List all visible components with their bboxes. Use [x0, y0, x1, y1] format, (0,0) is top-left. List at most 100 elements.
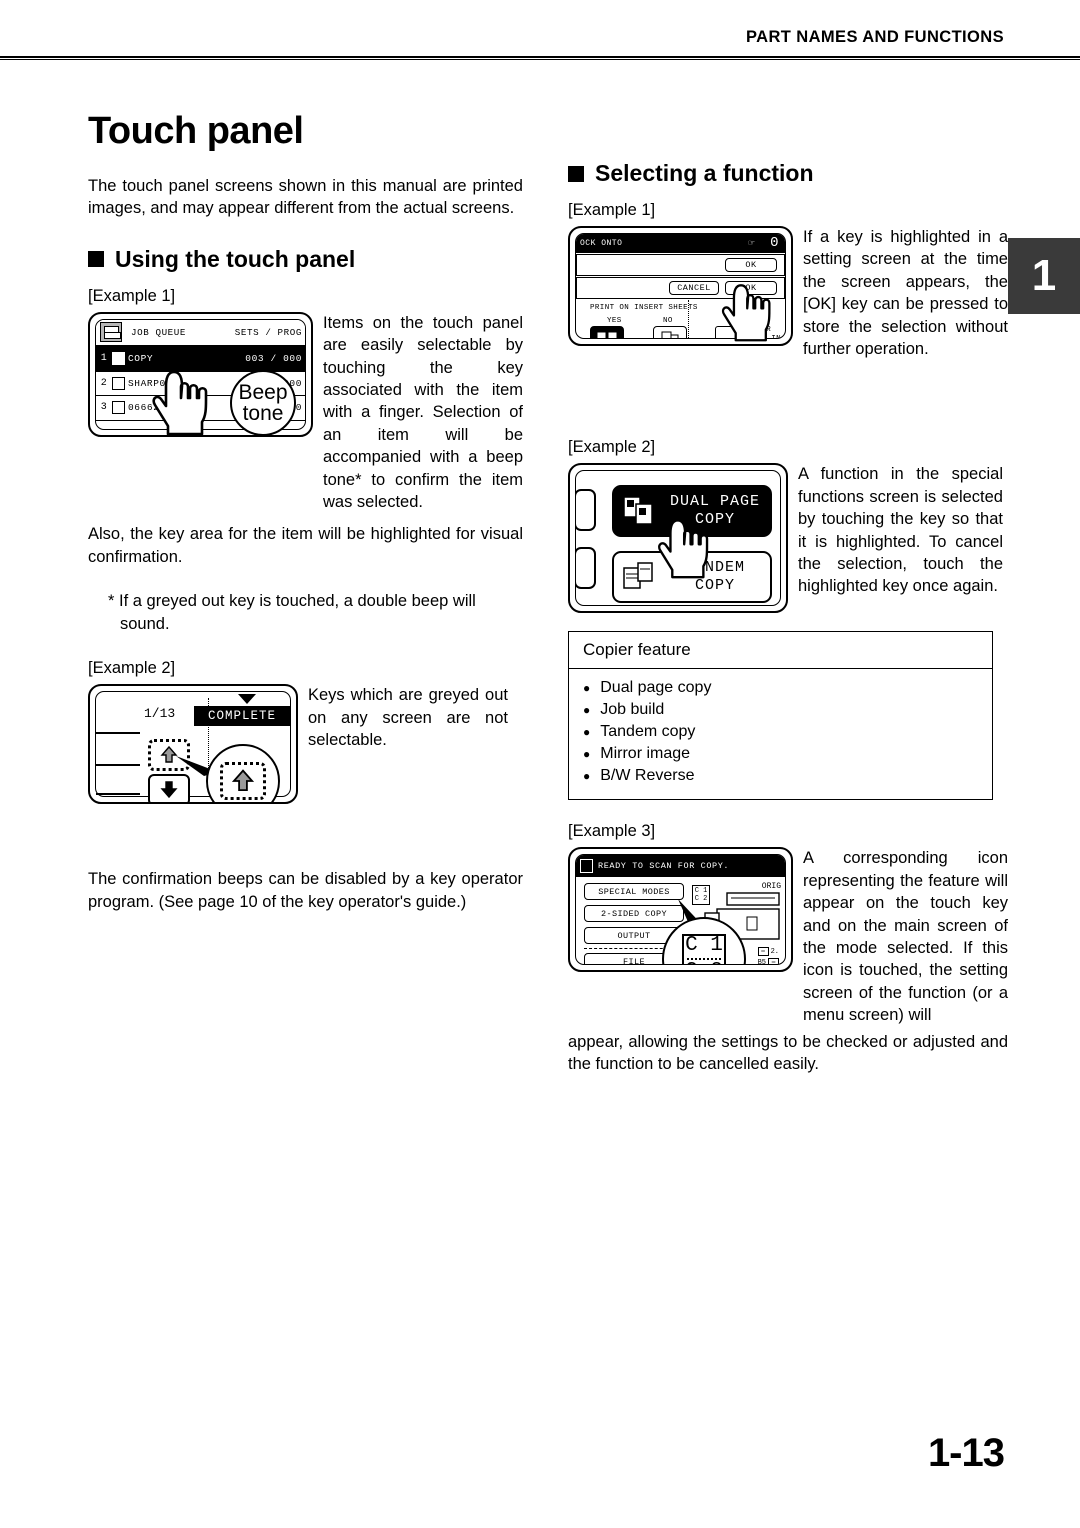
feature-label: Job build [600, 701, 665, 719]
job-row-number: 2 [100, 377, 108, 389]
list-item: ● Tandem copy [583, 721, 978, 743]
left-column: Touch panel The touch panel screens show… [88, 110, 523, 913]
ok-button-top[interactable]: OK [725, 258, 777, 272]
page-number: 1-13 [927, 1431, 1005, 1475]
job-row-number: 3 [100, 402, 108, 414]
list-rule [96, 764, 140, 767]
example3-right-text: A corresponding icon representing the fe… [803, 849, 1008, 1025]
feature-label: Tandem copy [600, 723, 696, 741]
original-label: ORIG [761, 882, 781, 892]
figure-row-ready-screen: READY TO SCAN FOR COPY. SPECIAL MODES 2-… [568, 847, 1008, 1026]
list-item: ● Dual page copy [583, 677, 978, 699]
pointing-hand-icon [656, 515, 716, 579]
no-label: NO [663, 317, 673, 325]
list-item: ● Job build [583, 699, 978, 721]
copy-mode-icon [580, 859, 593, 874]
job-queue-header-row: JOB QUEUE SETS / PROG [96, 319, 305, 346]
side-tab-upper[interactable] [576, 489, 596, 532]
figure-row-insert-sheets: OCK ONTO ☞ 0 OK CANCEL OK PRINT ON INSER… [568, 226, 1008, 360]
list-item: ● Mirror image [583, 743, 978, 765]
yes-label: YES [607, 317, 622, 325]
feature-label: Mirror image [600, 745, 691, 763]
copy-count-display: 0 [770, 235, 779, 251]
list-rule [96, 732, 140, 735]
two-sided-copy-button[interactable]: 2-SIDED COPY [584, 905, 684, 923]
page-title: Touch panel [88, 110, 304, 152]
yes-key-selected[interactable] [590, 326, 624, 338]
pointing-hand-icon [720, 280, 778, 342]
chapter-tab-number: 1 [1031, 251, 1057, 300]
insert-sheet-print-icon [596, 331, 618, 338]
job-row-number: 1 [100, 352, 108, 364]
no-key[interactable] [653, 326, 687, 338]
screen-title-text: OCK ONTO [580, 239, 623, 248]
greyed-key-magnified [220, 762, 266, 801]
beep-tone-line1: Beep [238, 380, 288, 404]
copier-feature-heading: Copier feature [569, 632, 992, 670]
square-bullet-icon [568, 165, 584, 182]
cancel-button[interactable]: CANCEL [669, 281, 719, 295]
tandem-copy-icon [623, 562, 653, 590]
hand-status-icon: ☞ [748, 239, 755, 250]
fax-job-icon [112, 401, 125, 415]
figure-greyed-key-screen: 1/13 COMPLETE [88, 684, 298, 805]
tray-indicator-1[interactable]: ═ 2. [757, 947, 779, 957]
example1-right-text: If a key is highlighted in a setting scr… [803, 228, 1008, 359]
list-rule [96, 793, 140, 796]
feature-label: Dual page copy [600, 679, 712, 697]
closing-paragraph-left: The confirmation beeps can be disabled b… [88, 870, 523, 911]
page-counter-label: 1/13 [144, 706, 176, 722]
list-item: ● B/W Reverse [583, 765, 978, 787]
intro-paragraph: The touch panel screens shown in this ma… [88, 177, 523, 218]
copy-job-icon [112, 351, 125, 365]
tray-indicator-2[interactable]: B5 ═ [758, 958, 779, 965]
figure-row-job-queue: JOB QUEUE SETS / PROG 1 COPY 003 / 000 2… [88, 311, 523, 514]
example3-tail-paragraph: appear, allowing the settings to be chec… [568, 1032, 1008, 1074]
greyed-key-screen-inner: 1/13 COMPLETE [95, 691, 291, 803]
copier-feature-list: ● Dual page copy ● Job build ● Tandem copy … [569, 669, 992, 799]
section-heading-using-touch-panel: Using the touch panel [88, 246, 523, 273]
round-bullet-icon: ● [583, 725, 591, 740]
page-header: PART NAMES AND FUNCTIONS [0, 0, 1080, 60]
figure-special-functions-screen: DUAL PAGE COPY TANDEM COPY [568, 463, 788, 614]
dual-page-copy-icon [623, 496, 653, 526]
function-icon-line2-big: C 2 [685, 960, 723, 964]
beep-tone-line2: tone [242, 401, 284, 425]
figure-row-greyed-keys: 1/13 COMPLETE Keys which are greyed out … [88, 684, 523, 805]
example-label-left-2: [Example 2] [88, 659, 176, 678]
function-icon-magnified: C 1 C 2 [682, 934, 726, 965]
example-label-right-2: [Example 2] [568, 438, 656, 457]
arrow-down-icon [160, 781, 178, 799]
section-heading-selecting-a-function: Selecting a function [568, 160, 1008, 187]
tray-box-icon: ═ [757, 947, 769, 957]
footnote-double-beep: * If a greyed out key is touched, a doub… [108, 592, 476, 633]
copier-feature-table: Copier feature ● Dual page copy ● Job buil… [568, 631, 993, 801]
figure-ready-screen: READY TO SCAN FOR COPY. SPECIAL MODES 2-… [568, 847, 793, 973]
section-heading-label: Using the touch panel [115, 245, 356, 272]
pointing-hand-icon [152, 366, 214, 435]
zoom-callout-greyed-key [206, 744, 280, 803]
round-bullet-icon: ● [583, 703, 591, 718]
job-queue-column-label: JOB QUEUE [131, 326, 187, 338]
feature-label: B/W Reverse [600, 767, 695, 785]
triangle-down-icon [238, 694, 256, 705]
screen-title-bar: OCK ONTO ☞ 0 [576, 234, 785, 253]
dual-page-copy-line1: DUAL PAGE [669, 493, 760, 511]
special-modes-button[interactable]: SPECIAL MODES [584, 883, 684, 901]
tray-label: B5 [757, 958, 766, 966]
status-bar: READY TO SCAN FOR COPY. [576, 855, 785, 878]
example2-left-text: Keys which are greyed out on any screen … [308, 686, 508, 749]
example-label-right-3: [Example 3] [568, 822, 656, 841]
side-tab-lower[interactable] [576, 547, 596, 590]
print-on-insert-sheets-label: PRINT ON INSERT SHEETS [590, 304, 698, 312]
section-heading-label: Selecting a function [595, 160, 814, 186]
square-bullet-icon [88, 251, 104, 268]
figure-row-special-functions: DUAL PAGE COPY TANDEM COPY A function in… [568, 463, 1008, 614]
header-rule [0, 56, 1080, 60]
round-bullet-icon: ● [583, 769, 591, 784]
insert-sheet-blank-icon [661, 331, 679, 338]
complete-button[interactable]: COMPLETE [194, 706, 290, 727]
tandem-copy-line2: COPY [694, 577, 735, 595]
job-row-name: COPY [128, 352, 154, 364]
figure-job-queue-screen: JOB QUEUE SETS / PROG 1 COPY 003 / 000 2… [88, 311, 313, 437]
